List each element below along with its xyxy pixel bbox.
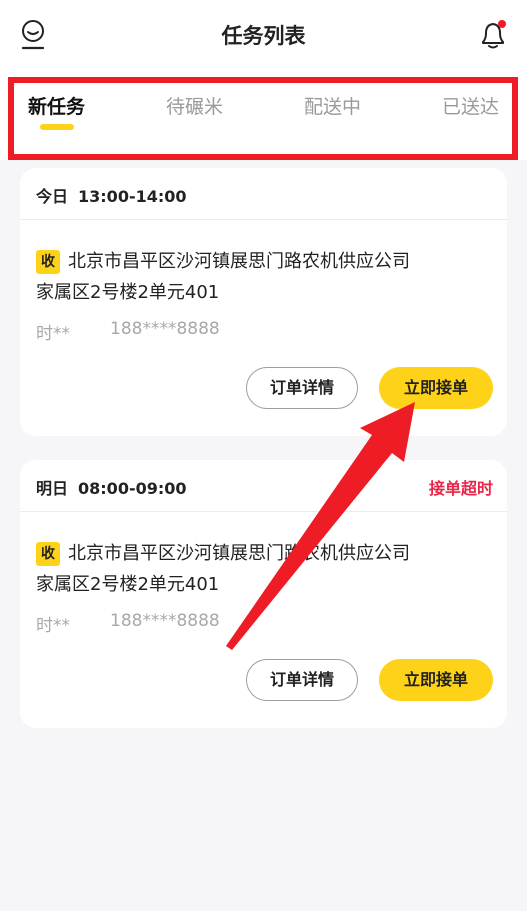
task-card: 今日 13:00-14:00 收 北京市昌平区沙河镇展思门路农机供应公司 家属区2… xyxy=(20,168,507,436)
delivery-time-range: 13:00-14:00 xyxy=(78,187,187,206)
order-detail-button[interactable]: 订单详情 xyxy=(246,659,358,701)
delivery-day: 明日 xyxy=(36,479,69,498)
status-tabs: 新任务 待碾米 配送中 已送达 xyxy=(0,72,527,160)
contact-name: 时** xyxy=(36,324,70,344)
accept-order-button[interactable]: 立即接单 xyxy=(379,659,493,701)
tab-delivered[interactable]: 已送达 xyxy=(442,92,499,126)
status-badge: 接单超时 xyxy=(428,479,493,498)
order-detail-button[interactable]: 订单详情 xyxy=(246,367,358,409)
app-header: 任务列表 xyxy=(0,0,527,72)
receive-badge: 收 xyxy=(36,250,60,274)
accept-order-button[interactable]: 立即接单 xyxy=(379,367,493,409)
delivery-time: 明日 08:00-09:00 xyxy=(36,475,187,499)
address-line1: 北京市昌平区沙河镇展思门路农机供应公司 xyxy=(68,543,410,564)
tab-delivering[interactable]: 配送中 xyxy=(304,92,361,126)
tab-new-tasks[interactable]: 新任务 xyxy=(28,92,85,126)
card-header: 明日 08:00-09:00 接单超时 xyxy=(20,460,507,512)
delivery-time: 今日 13:00-14:00 xyxy=(36,183,187,207)
active-tab-indicator xyxy=(40,124,74,130)
receive-badge: 收 xyxy=(36,542,60,566)
tab-milling[interactable]: 待碾米 xyxy=(166,92,223,126)
card-header: 今日 13:00-14:00 xyxy=(20,168,507,220)
delivery-time-range: 08:00-09:00 xyxy=(78,479,187,498)
contact-phone: 188****8888 xyxy=(110,319,220,339)
contact-name: 时** xyxy=(36,616,70,636)
contact-phone: 188****8888 xyxy=(110,611,220,631)
page-title: 任务列表 xyxy=(221,24,306,48)
bell-icon[interactable] xyxy=(478,18,508,50)
delivery-day: 今日 xyxy=(36,187,69,206)
address-line2: 家属区2号楼2单元401 xyxy=(36,574,220,595)
task-card: 明日 08:00-09:00 接单超时 收 北京市昌平区沙河镇展思门路农机供应公司… xyxy=(20,460,507,728)
address-line2: 家属区2号楼2单元401 xyxy=(36,282,220,303)
address-line1: 北京市昌平区沙河镇展思门路农机供应公司 xyxy=(68,251,410,272)
